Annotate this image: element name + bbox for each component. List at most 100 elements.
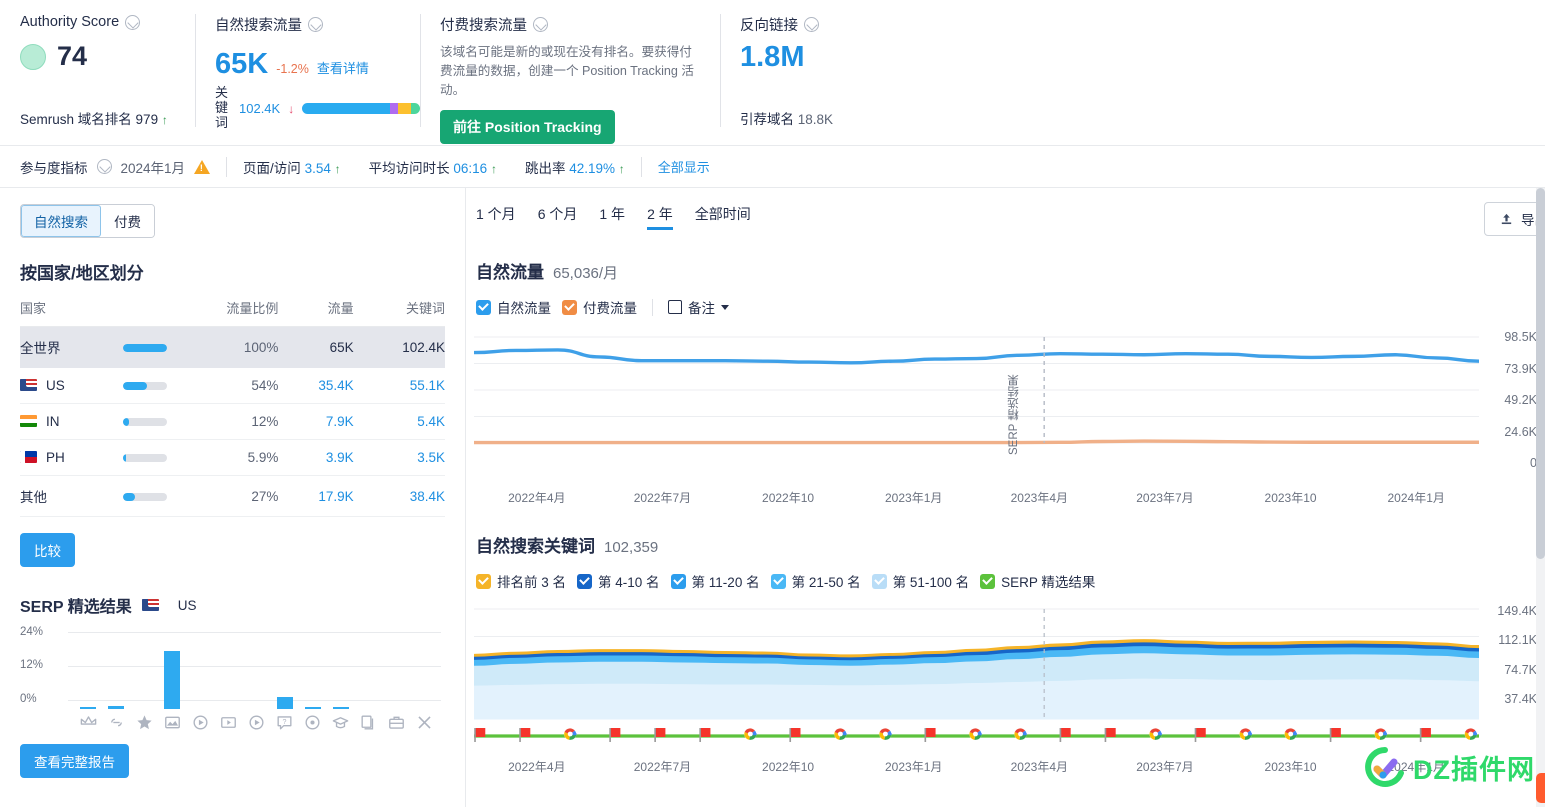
organic-traffic-x-axis: 2022年4月 2022年7月 2022年10 2023年1月 2023年4月 2023年… bbox=[474, 489, 1479, 506]
play-icon[interactable] bbox=[242, 713, 270, 732]
serp-feature-bar[interactable] bbox=[271, 697, 299, 709]
legend-label: 自然流量 bbox=[497, 301, 551, 316]
divider bbox=[226, 156, 228, 177]
annotation-flag-icon bbox=[1194, 728, 1206, 742]
document-icon[interactable] bbox=[355, 713, 383, 732]
legend-item-2[interactable]: 第 11-20 名 bbox=[670, 571, 760, 591]
period-tab-2[interactable]: 1 年 bbox=[599, 204, 625, 230]
notes-dropdown[interactable]: 备注 bbox=[668, 297, 729, 317]
share-bar bbox=[123, 418, 168, 427]
x-tick-label: 2023年4月 bbox=[1010, 760, 1068, 774]
organic-traffic-label: 自然搜索流量 bbox=[215, 18, 302, 34]
period-tab-3[interactable]: 2 年 bbox=[647, 204, 673, 230]
table-row[interactable]: US 54% 35.4K 55.1K bbox=[20, 367, 445, 404]
warning-icon[interactable] bbox=[194, 159, 211, 174]
legend-checkbox[interactable] bbox=[670, 573, 686, 589]
video-box-icon[interactable] bbox=[214, 713, 242, 732]
metric-backlinks: 反向链接 1.8M 引荐域名 18.8K bbox=[720, 0, 980, 145]
country-name: IN bbox=[46, 414, 60, 429]
serp-ytick: 24% bbox=[20, 626, 44, 638]
keyword-chart-legend[interactable]: 排名前 3 名 第 4-10 名 第 11-20 名 第 21-50 名 第 51-10… bbox=[466, 571, 1545, 591]
toggle-paid[interactable]: 付费 bbox=[101, 205, 154, 237]
serp-feature-bar[interactable] bbox=[299, 706, 327, 709]
info-icon[interactable] bbox=[308, 17, 323, 32]
col-country: 国家 bbox=[20, 298, 116, 327]
feedback-tab[interactable] bbox=[1536, 773, 1545, 803]
scrollbar-thumb[interactable] bbox=[1536, 188, 1545, 560]
position-tracking-button[interactable]: 前往 Position Tracking bbox=[440, 109, 615, 144]
keyword-chart-header: 自然搜索关键词 102,359 bbox=[466, 532, 1545, 557]
annotation-flag-icon bbox=[924, 728, 936, 742]
annotation-flag-icon bbox=[1059, 728, 1071, 742]
serp-feature-bar[interactable] bbox=[74, 706, 102, 709]
legend-item-4[interactable]: 第 51-100 名 bbox=[871, 571, 970, 591]
serp-feature-bar[interactable] bbox=[327, 706, 355, 709]
crown-icon[interactable] bbox=[74, 713, 102, 732]
info-icon[interactable] bbox=[804, 17, 819, 32]
legend-item-0[interactable]: 排名前 3 名 bbox=[476, 571, 566, 591]
table-row[interactable]: 其他 27% 17.9K 38.4K bbox=[20, 475, 445, 517]
serp-feature-bar[interactable] bbox=[158, 650, 186, 709]
legend-item-3[interactable]: 第 21-50 名 bbox=[770, 571, 861, 591]
legend-item-5[interactable]: SERP 精选结果 bbox=[980, 571, 1095, 591]
trend-up-icon: ↑ bbox=[618, 161, 625, 176]
period-tab-1[interactable]: 6 个月 bbox=[538, 204, 578, 230]
y-tick-label: 73.9K bbox=[1504, 361, 1537, 376]
serp-feature-bar[interactable] bbox=[102, 706, 130, 709]
organic-keywords-row: 关键词 102.4K ↓ bbox=[215, 85, 421, 131]
serp-annotation-label: SERP 精选结果 bbox=[1008, 374, 1020, 455]
organic-traffic-details-link[interactable]: 查看详情 bbox=[317, 58, 369, 77]
organic-chart-subtitle: 65,036/月 bbox=[553, 265, 619, 282]
engagement-item-label: 平均访问时长 bbox=[368, 160, 450, 176]
legend-checkbox[interactable] bbox=[476, 299, 491, 315]
video-icon[interactable] bbox=[186, 713, 214, 732]
legend-label: 第 51-100 名 bbox=[892, 575, 970, 590]
traffic-chart-legend[interactable]: 自然流量 付费流量 备注 bbox=[466, 297, 1545, 317]
col-traffic: 流量 bbox=[278, 298, 354, 327]
organic-chart-header: 自然流量 65,036/月 bbox=[466, 258, 1545, 283]
table-row[interactable]: 全世界 100% 65K 102.4K bbox=[20, 326, 445, 368]
semrush-rank-trend-icon: ↑ bbox=[161, 113, 168, 127]
toggle-organic[interactable]: 自然搜索 bbox=[21, 205, 101, 237]
legend-checkbox[interactable] bbox=[577, 573, 593, 589]
chevron-down-icon bbox=[721, 304, 729, 310]
star-icon[interactable] bbox=[130, 713, 158, 732]
view-full-report-button[interactable]: 查看完整报告 bbox=[20, 744, 129, 778]
legend-item-1[interactable]: 第 4-10 名 bbox=[577, 571, 660, 591]
serp-feature-icons: ? bbox=[74, 713, 445, 732]
question-icon[interactable]: ? bbox=[271, 713, 299, 732]
graduate-icon[interactable] bbox=[327, 713, 355, 732]
location-icon[interactable] bbox=[299, 713, 327, 732]
x-tick-label: 2023年1月 bbox=[885, 491, 943, 505]
show-all-link[interactable]: 全部显示 bbox=[658, 157, 710, 176]
table-row[interactable]: PH 5.9% 3.9K 3.5K bbox=[20, 439, 445, 476]
legend-checkbox[interactable] bbox=[871, 573, 887, 589]
engagement-item-value: 3.54 bbox=[304, 160, 331, 176]
legend-item-0[interactable]: 自然流量 bbox=[476, 297, 551, 317]
traffic-type-toggle[interactable]: 自然搜索 付费 bbox=[20, 204, 155, 238]
serp-ytick: 12% bbox=[20, 659, 44, 671]
period-tabs[interactable]: 1 个月 6 个月 1 年 2 年全部时间 bbox=[466, 204, 1545, 230]
cell-country: US bbox=[20, 367, 116, 404]
authority-score-value-row: 74 bbox=[20, 41, 175, 72]
vertical-scrollbar[interactable] bbox=[1536, 188, 1545, 807]
legend-checkbox[interactable] bbox=[562, 299, 577, 315]
info-icon[interactable] bbox=[533, 17, 548, 32]
briefcase-icon[interactable] bbox=[383, 713, 411, 732]
compare-button[interactable]: 比较 bbox=[20, 533, 75, 567]
legend-checkbox[interactable] bbox=[770, 573, 786, 589]
table-row[interactable]: IN 12% 7.9K 5.4K bbox=[20, 403, 445, 440]
image-icon[interactable] bbox=[158, 713, 186, 732]
legend-item-1[interactable]: 付费流量 bbox=[562, 297, 637, 317]
info-icon[interactable] bbox=[125, 14, 141, 30]
legend-checkbox[interactable] bbox=[980, 573, 996, 589]
info-icon[interactable] bbox=[96, 159, 112, 174]
engagement-item-value: 06:16 bbox=[453, 160, 488, 176]
link-icon[interactable] bbox=[102, 713, 130, 732]
period-tab-4[interactable]: 全部时间 bbox=[695, 204, 751, 230]
legend-checkbox[interactable] bbox=[476, 573, 491, 589]
period-tab-0[interactable]: 1 个月 bbox=[476, 204, 516, 230]
cell-share: 12% bbox=[167, 403, 279, 440]
x-icon[interactable] bbox=[411, 713, 439, 732]
full-report-row: 查看完整报告 bbox=[20, 744, 445, 778]
